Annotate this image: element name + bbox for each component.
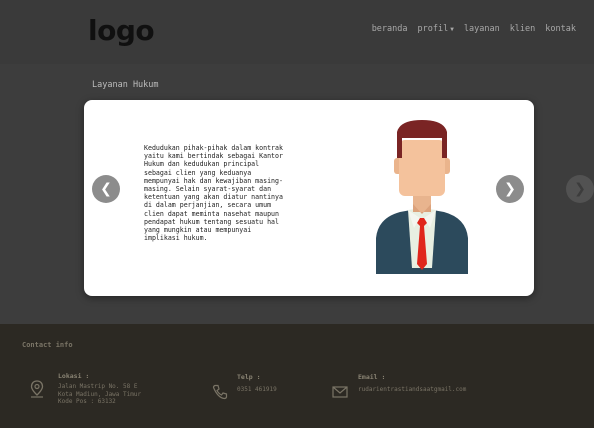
logo[interactable]: logo <box>88 14 155 47</box>
nav-layanan[interactable]: layanan <box>464 24 500 34</box>
email-value[interactable]: rudarientrastiandsaatgmail.com <box>358 386 466 394</box>
email-label: Email : <box>358 373 386 381</box>
service-description: Kedudukan pihak-pihak dalam kontrak yait… <box>144 144 283 243</box>
nav-profil-label: profil <box>417 24 449 34</box>
telp-value: 0351 461919 <box>237 386 277 393</box>
footer-title: Contact info <box>22 341 73 349</box>
location-icon <box>30 380 44 398</box>
nav-profil[interactable]: profil ▼ <box>418 24 454 34</box>
lokasi-label: Lokasi : <box>58 372 90 380</box>
chevron-right-icon: ❯ <box>504 181 516 197</box>
businessman-avatar <box>376 120 468 274</box>
nav-klien[interactable]: klien <box>510 24 536 34</box>
nav-beranda[interactable]: beranda <box>372 24 408 34</box>
carousel-next-button[interactable]: ❯ <box>496 175 524 203</box>
caret-down-icon: ▼ <box>450 26 454 33</box>
service-modal: Kedudukan pihak-pihak dalam kontrak yait… <box>84 100 534 296</box>
footer: Contact info Lokasi : Jalan Mastrip No. … <box>0 324 594 428</box>
main-nav: beranda profil ▼ layanan klien kontak <box>372 24 576 34</box>
chevron-left-icon: ❮ <box>100 181 112 197</box>
navbar: logo beranda profil ▼ layanan klien konta… <box>0 0 594 65</box>
phone-icon <box>212 384 228 400</box>
carousel-prev-button[interactable]: ❮ <box>92 175 120 203</box>
background-carousel-arrow: ❯ <box>566 175 594 203</box>
mail-icon <box>332 386 348 398</box>
telp-label: Telp : <box>237 373 261 381</box>
nav-kontak[interactable]: kontak <box>545 24 576 34</box>
chevron-right-icon: ❯ <box>574 181 586 197</box>
lokasi-value: Jalan Mastrip No. 58 E Kota Madiun, Jawa… <box>58 383 142 405</box>
section-title: Layanan Hukum <box>92 80 159 90</box>
